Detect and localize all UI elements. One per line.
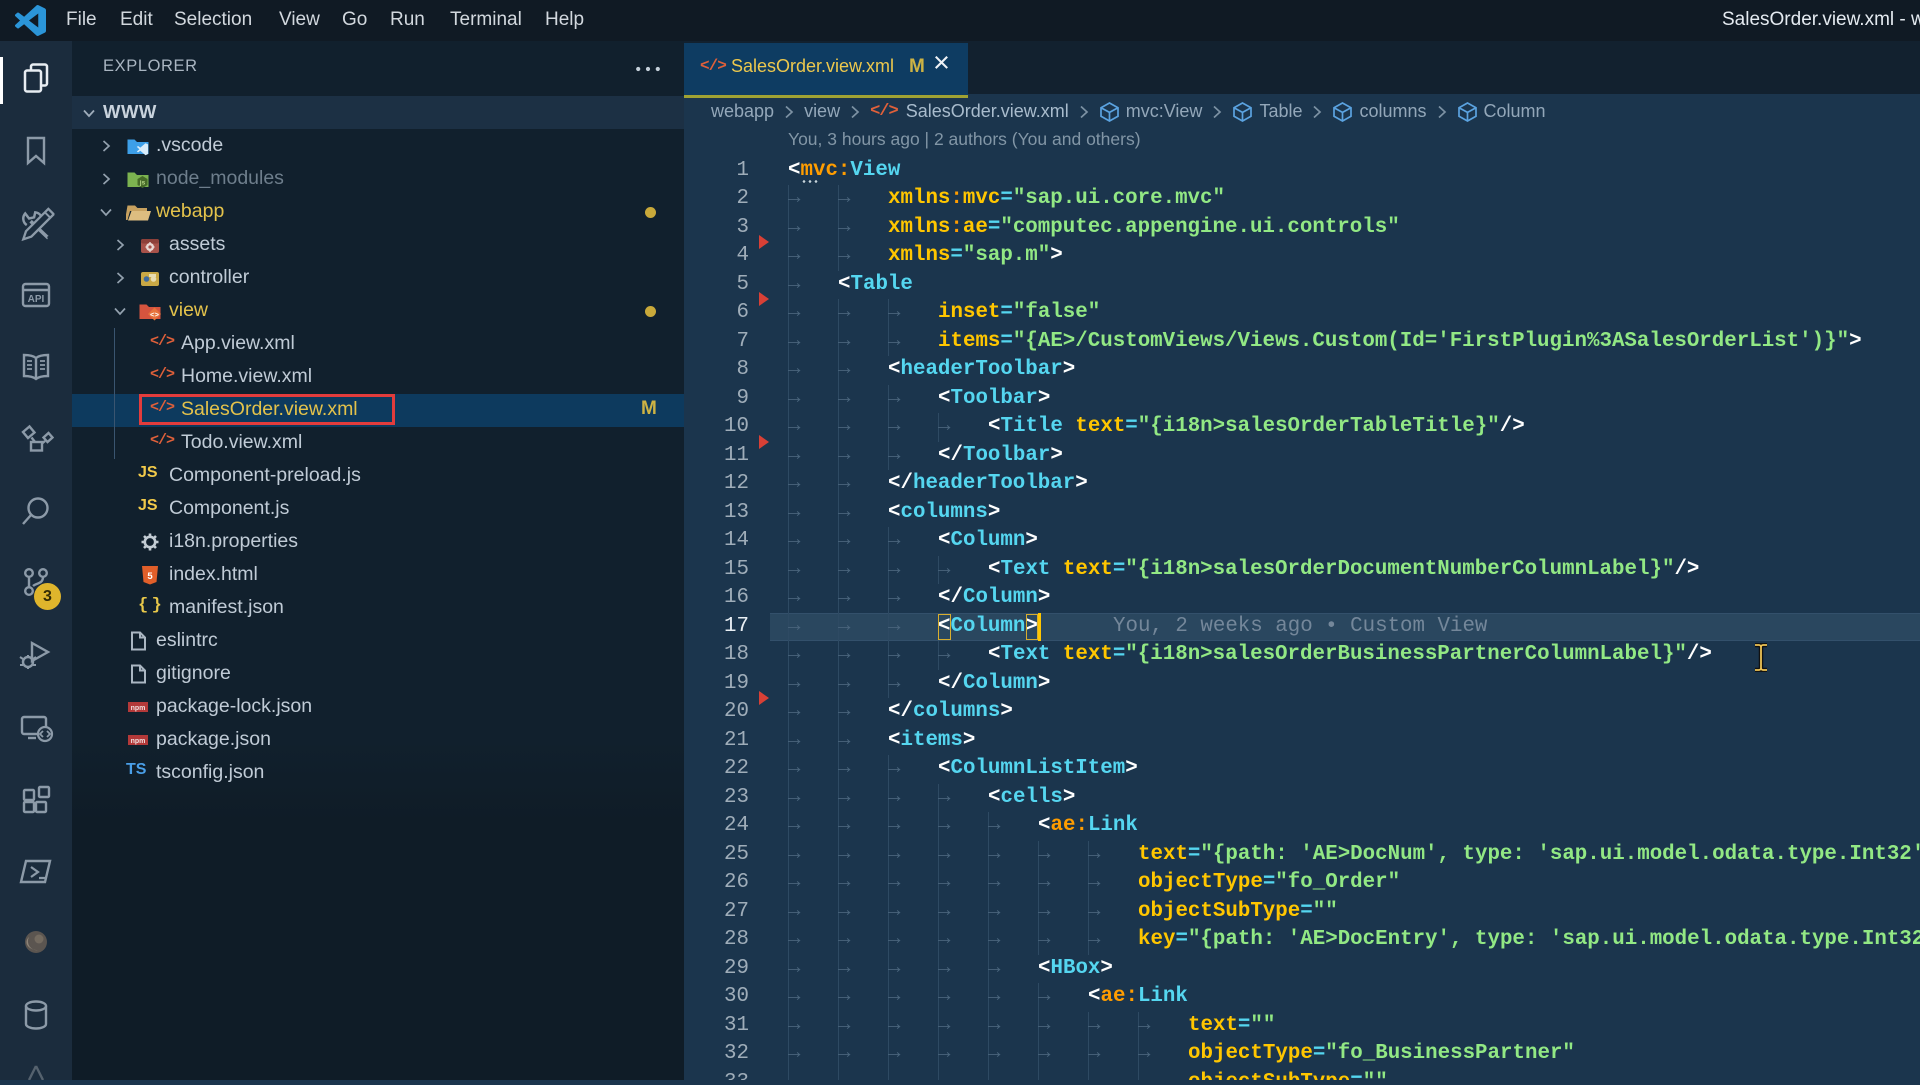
svg-text:5: 5: [147, 571, 153, 582]
svg-text:<>: <>: [150, 311, 160, 319]
svg-text:npm: npm: [131, 737, 146, 744]
svg-text:npm: npm: [131, 704, 146, 711]
svg-text:js: js: [139, 179, 146, 186]
